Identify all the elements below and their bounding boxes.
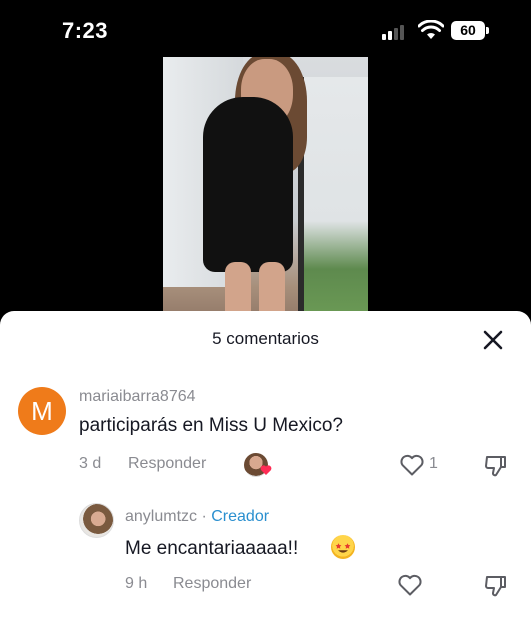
heart-icon[interactable] (399, 453, 425, 477)
status-bar: 7:23 60 (0, 0, 531, 58)
comment-username-row: anylumtzc · Creador (125, 508, 269, 526)
star-struck-emoji (331, 535, 355, 559)
heart-icon (260, 465, 272, 475)
video-preview[interactable] (163, 57, 368, 327)
comment-age: 3 d (79, 455, 102, 472)
dislike-icon[interactable] (484, 574, 508, 598)
like-count: 1 (429, 455, 438, 472)
avatar[interactable]: M (18, 387, 66, 435)
reply-button[interactable]: Responder (173, 575, 251, 593)
comments-count-title: 5 comentarios (212, 329, 319, 348)
status-time: 7:23 (62, 18, 109, 43)
close-icon[interactable] (480, 327, 506, 353)
battery-icon: 60 (451, 21, 489, 40)
comment-username[interactable]: anylumtzc (125, 508, 197, 525)
comment-text: Me encantariaaaaa!! (125, 538, 299, 559)
reply-button[interactable]: Responder (128, 455, 206, 473)
dislike-icon[interactable] (484, 454, 508, 478)
avatar[interactable] (79, 503, 114, 538)
comment-age: 9 h (125, 575, 148, 592)
heart-icon[interactable] (397, 573, 423, 597)
comment-username[interactable]: mariaibarra8764 (79, 388, 196, 406)
comments-sheet: 5 comentarios M mariaibarra8764 particip… (0, 311, 531, 620)
battery-level: 60 (451, 21, 485, 40)
creator-badge: Creador (211, 508, 270, 525)
wifi-icon (418, 20, 444, 39)
badge-separator: · (197, 508, 212, 525)
comment-text: participarás en Miss U Mexico? (79, 415, 343, 436)
signal-icon (382, 24, 412, 40)
